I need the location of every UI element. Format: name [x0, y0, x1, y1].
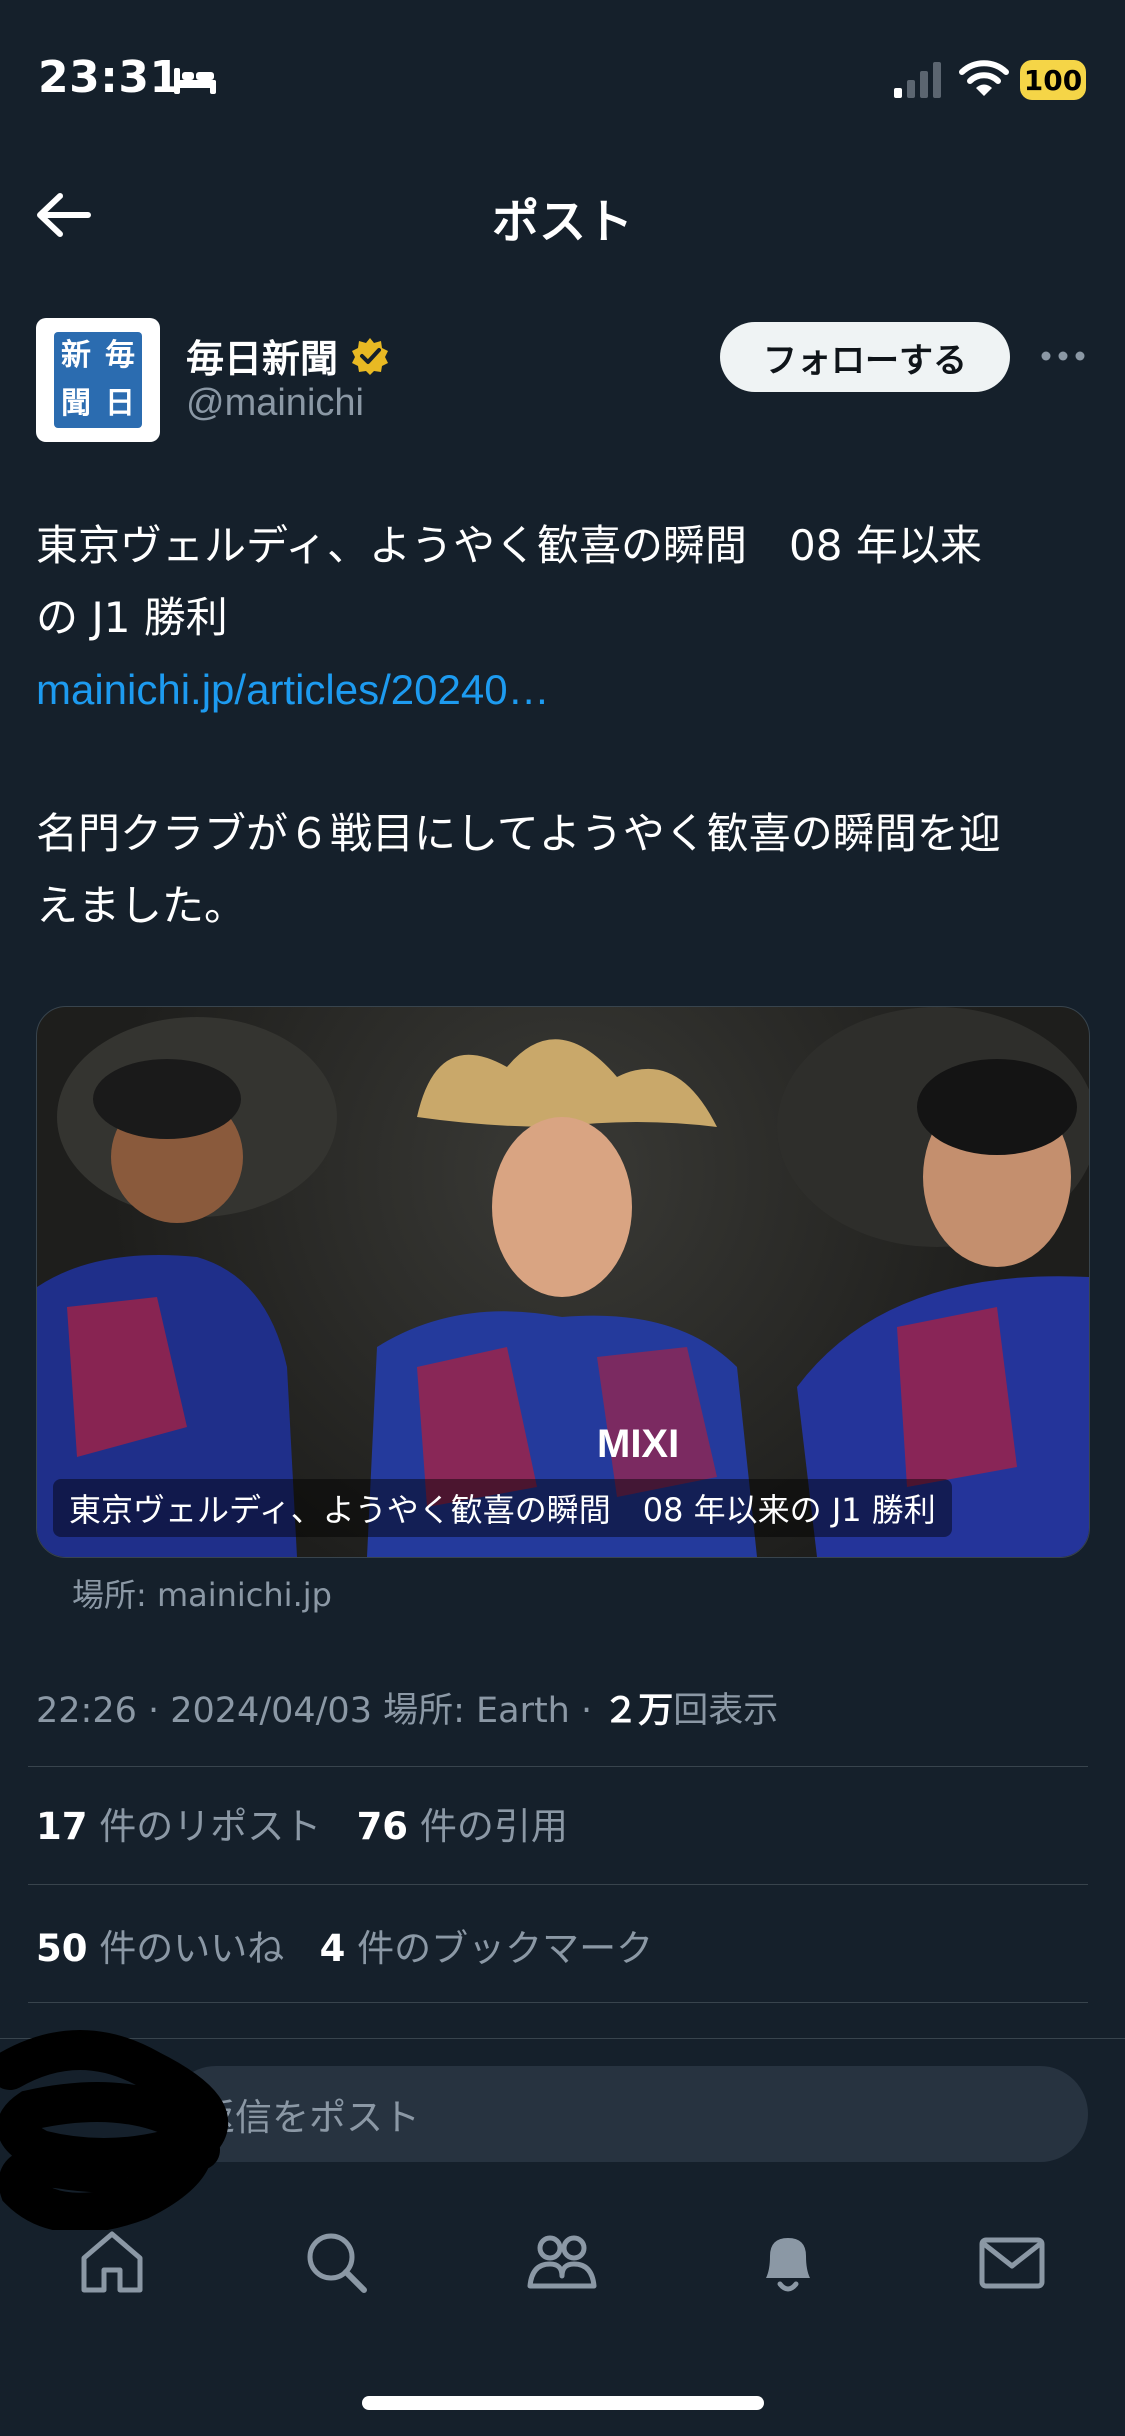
post-text-line: えました。 [36, 881, 247, 930]
page-title: ポスト [492, 195, 633, 250]
avatar-char: 毎 [105, 338, 135, 373]
more-options-icon[interactable] [1038, 346, 1088, 366]
bookmarks-count: 4 [319, 1927, 346, 1970]
divider [28, 1884, 1088, 1885]
status-time: 23:31 [38, 52, 181, 103]
author-name[interactable]: 毎日新聞 [186, 328, 338, 383]
sleep-focus-icon [174, 68, 216, 94]
media-source[interactable]: 場所: mainichi.jp [72, 1570, 332, 1616]
post-text-line: 東京ヴェルディ、ようやく歓喜の瞬間 08 年以来 [36, 521, 982, 570]
divider [28, 1766, 1088, 1767]
redaction-scribble [0, 2030, 228, 2230]
reply-input[interactable]: 返信をポスト [168, 2066, 1088, 2162]
battery-indicator: 100 [1020, 60, 1086, 100]
likes-count: 50 [36, 1927, 88, 1970]
search-icon[interactable] [300, 2226, 372, 2298]
post-meta: 22:26 · 2024/04/03 場所: Earth · ２万回表示 [36, 1682, 778, 1733]
likes-label: 件のいいね [99, 1927, 285, 1970]
stats-row-likes: 50 件のいいね 4 件のブックマーク [36, 1918, 653, 1972]
media-caption: 東京ヴェルディ、ようやく歓喜の瞬間 08 年以来の J1 勝利 [53, 1479, 952, 1537]
post-link[interactable]: mainichi.jp/articles/20240… [36, 654, 550, 726]
reposts-count: 17 [36, 1805, 88, 1848]
communities-icon[interactable] [526, 2226, 598, 2298]
likes-stat[interactable]: 50 件のいいね [36, 1927, 284, 1970]
follow-button[interactable]: フォローする [720, 322, 1010, 392]
view-label: 回表示 [673, 1691, 779, 1731]
bookmarks-stat[interactable]: 4 件のブックマーク [320, 1927, 654, 1970]
link-preview-card[interactable]: MIXI 東京ヴェルディ、ようやく歓喜の瞬間 08 年以来の J1 勝利 [36, 1006, 1090, 1558]
home-icon[interactable] [76, 2226, 148, 2298]
avatar-char: 聞 [61, 386, 91, 421]
home-indicator[interactable] [362, 2396, 764, 2410]
reposts-stat[interactable]: 17 件のリポスト [36, 1805, 321, 1848]
quotes-count: 76 [356, 1805, 409, 1848]
post-text-line: の J1 勝利 [36, 593, 228, 642]
divider [28, 2002, 1088, 2003]
cellular-signal-icon [894, 62, 941, 98]
article-photo: MIXI [37, 1007, 1089, 1557]
wifi-icon [959, 60, 1009, 96]
avatar-logo: 新 毎 聞 日 [54, 332, 142, 428]
verified-badge-icon[interactable] [350, 336, 390, 376]
messages-icon[interactable] [976, 2226, 1048, 2298]
view-count: ２万 [603, 1691, 674, 1731]
bookmarks-label: 件のブックマーク [357, 1927, 654, 1970]
notifications-icon[interactable] [752, 2226, 824, 2298]
reposts-label: 件のリポスト [99, 1805, 322, 1848]
svg-text:MIXI: MIXI [597, 1422, 679, 1466]
stats-row-reposts: 17 件のリポスト 76 件の引用 [36, 1796, 568, 1850]
quotes-label: 件の引用 [419, 1805, 568, 1848]
post-text-line: 名門クラブが６戦目にしてようやく歓喜の瞬間を迎 [36, 809, 1001, 858]
author-handle[interactable]: @mainichi [186, 382, 364, 425]
quotes-stat[interactable]: 76 件の引用 [357, 1805, 568, 1848]
avatar-char: 日 [105, 386, 135, 421]
avatar-char: 新 [61, 338, 91, 373]
timestamp: 22:26 · 2024/04/03 場所: Earth · [36, 1691, 604, 1731]
avatar[interactable]: 新 毎 聞 日 [36, 318, 160, 442]
